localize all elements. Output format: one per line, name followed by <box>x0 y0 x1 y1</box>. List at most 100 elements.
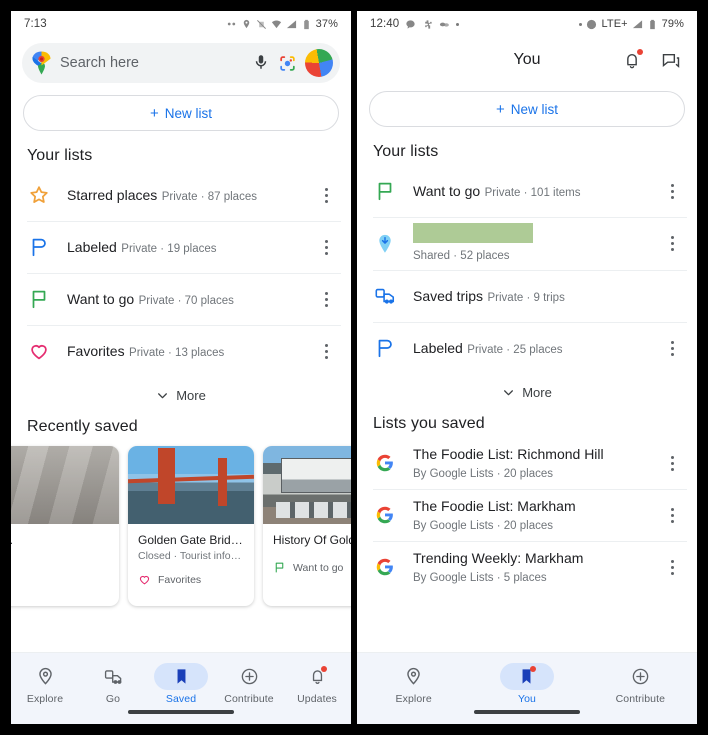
overflow-menu-icon[interactable] <box>311 178 341 212</box>
place-tag: Want to go <box>273 561 351 574</box>
list-item-labeled[interactable]: Labeled Private · 25 places <box>357 322 697 374</box>
chat-bubble-icon[interactable] <box>661 50 681 71</box>
nav-label: Go <box>105 692 121 705</box>
list-item-subtitle: Private · 25 places <box>467 343 563 356</box>
place-tag-label: Want to go <box>293 561 344 574</box>
new-list-button[interactable]: + New list <box>369 91 685 127</box>
dot-icon <box>579 22 583 26</box>
network-type: LTE+ <box>601 18 628 30</box>
gesture-bar[interactable] <box>474 710 580 714</box>
nav-item-contribute[interactable]: Contribute <box>215 659 283 705</box>
nav-item-you[interactable]: You <box>470 659 583 705</box>
flag-icon <box>27 287 51 311</box>
microphone-icon[interactable] <box>252 53 270 73</box>
chat-icon <box>405 19 416 30</box>
list-item-text: The Foodie List: Richmond Hill By Google… <box>413 445 657 482</box>
nav-item-updates[interactable]: Updates <box>283 659 351 705</box>
recently-saved-carousel[interactable]: ... Golden Gate Bridge... Closed · Touri… <box>11 440 351 612</box>
left-phone-screen: 7:13 37% Search here + New list Your lis… <box>11 11 351 724</box>
saved-list-item-trending-weekly-markham[interactable]: Trending Weekly: Markham By Google Lists… <box>357 541 697 593</box>
more-label: More <box>176 388 206 403</box>
list-item-favorites[interactable]: Favorites Private · 13 places <box>11 325 351 377</box>
place-image <box>263 446 351 524</box>
gesture-bar[interactable] <box>128 710 234 714</box>
saved-list-item-foodie-markham[interactable]: The Foodie List: Markham By Google Lists… <box>357 489 697 541</box>
plus-circle-icon <box>240 667 259 686</box>
list-item-redacted-shared[interactable]: Shared · 52 places <box>357 217 697 270</box>
search-bar[interactable]: Search here <box>22 43 340 83</box>
place-card[interactable]: History Of Golden G... Want to go <box>263 446 351 606</box>
vibrate-off-icon <box>256 19 267 30</box>
overflow-menu-icon[interactable] <box>311 334 341 368</box>
redacted-title-block <box>413 223 533 243</box>
nav-item-explore[interactable]: Explore <box>357 659 470 705</box>
list-item-want-to-go[interactable]: Want to go Private · 101 items <box>357 165 697 217</box>
new-list-button[interactable]: + New list <box>23 95 339 131</box>
overflow-menu-icon[interactable] <box>657 174 687 208</box>
nav-label: Contribute <box>615 692 666 705</box>
saved-list-item-foodie-richmond-hill[interactable]: The Foodie List: Richmond Hill By Google… <box>357 437 697 489</box>
flag-icon <box>275 562 284 573</box>
overflow-menu-icon[interactable] <box>311 282 341 316</box>
list-item-saved-trips[interactable]: Saved trips Private · 9 trips <box>357 270 697 322</box>
nav-label: Saved <box>165 692 197 705</box>
place-card-body: ... <box>11 524 119 550</box>
label-flag-icon <box>27 235 51 259</box>
profile-avatar[interactable] <box>305 49 333 77</box>
signal-icon <box>632 19 643 30</box>
battery-percent: 79% <box>661 18 684 30</box>
bell-icon[interactable] <box>622 48 643 71</box>
heart-icon <box>27 339 51 363</box>
list-item-title: Labeled <box>413 339 463 356</box>
nav-item-explore[interactable]: Explore <box>11 659 79 705</box>
flag-icon <box>373 179 397 203</box>
right-new-list-container: + New list <box>357 83 697 137</box>
nav-item-go[interactable]: Go <box>79 659 147 705</box>
right-gesture-bar-area <box>357 710 697 724</box>
new-list-label: New list <box>510 101 559 117</box>
list-item-starred-places[interactable]: Starred places Private · 87 places <box>11 169 351 221</box>
overflow-menu-icon[interactable] <box>657 446 687 480</box>
search-input[interactable]: Search here <box>60 55 244 71</box>
list-item-text: The Foodie List: Markham By Google Lists… <box>413 497 657 534</box>
location-pin-icon <box>36 667 55 686</box>
battery-icon <box>647 19 658 30</box>
lists-you-saved-list: The Foodie List: Richmond Hill By Google… <box>357 437 697 593</box>
place-tag: Favorites <box>138 573 244 586</box>
list-item-subtitle: Private · 101 items <box>484 186 581 199</box>
battery-percent: 37% <box>315 18 338 30</box>
dnd-icon <box>586 19 597 30</box>
signal-icon <box>286 19 297 30</box>
overflow-menu-icon[interactable] <box>311 230 341 264</box>
label-flag-icon <box>373 336 397 360</box>
nav-label: You <box>517 692 536 705</box>
status-time: 12:40 <box>370 18 400 30</box>
list-item-subtitle: Private · 13 places <box>129 346 225 359</box>
overflow-menu-icon[interactable] <box>657 331 687 365</box>
place-card[interactable]: Golden Gate Bridge... Closed · Tourist i… <box>128 446 254 606</box>
more-button[interactable]: More <box>11 377 351 412</box>
place-card-body: History Of Golden G... Want to go <box>263 524 351 574</box>
left-bottom-nav: Explore Go Saved Contribute Updates <box>11 652 351 710</box>
left-spacer <box>11 612 351 652</box>
place-card[interactable]: ... <box>11 446 119 606</box>
overflow-menu-icon[interactable] <box>657 550 687 584</box>
list-item-text: Starred places Private · 87 places <box>67 186 311 205</box>
place-title: ... <box>11 532 109 548</box>
right-bottom-nav: Explore You Contribute <box>357 652 697 710</box>
bookmark-icon <box>517 665 537 686</box>
list-item-labeled[interactable]: Labeled Private · 19 places <box>11 221 351 273</box>
your-lists-list: Starred places Private · 87 places Label… <box>11 169 351 377</box>
more-button[interactable]: More <box>357 374 697 409</box>
plus-icon: + <box>149 104 159 122</box>
google-lens-icon[interactable] <box>278 54 297 73</box>
plus-icon: + <box>495 100 505 118</box>
nav-item-contribute[interactable]: Contribute <box>584 659 697 705</box>
list-item-text: Want to go Private · 101 items <box>413 182 657 201</box>
nav-item-saved[interactable]: Saved <box>147 659 215 705</box>
overflow-menu-icon[interactable] <box>657 227 687 261</box>
list-item-want-to-go[interactable]: Want to go Private · 70 places <box>11 273 351 325</box>
overflow-menu-icon[interactable] <box>657 498 687 532</box>
list-item-text: Favorites Private · 13 places <box>67 342 311 361</box>
nav-pill <box>18 663 72 690</box>
